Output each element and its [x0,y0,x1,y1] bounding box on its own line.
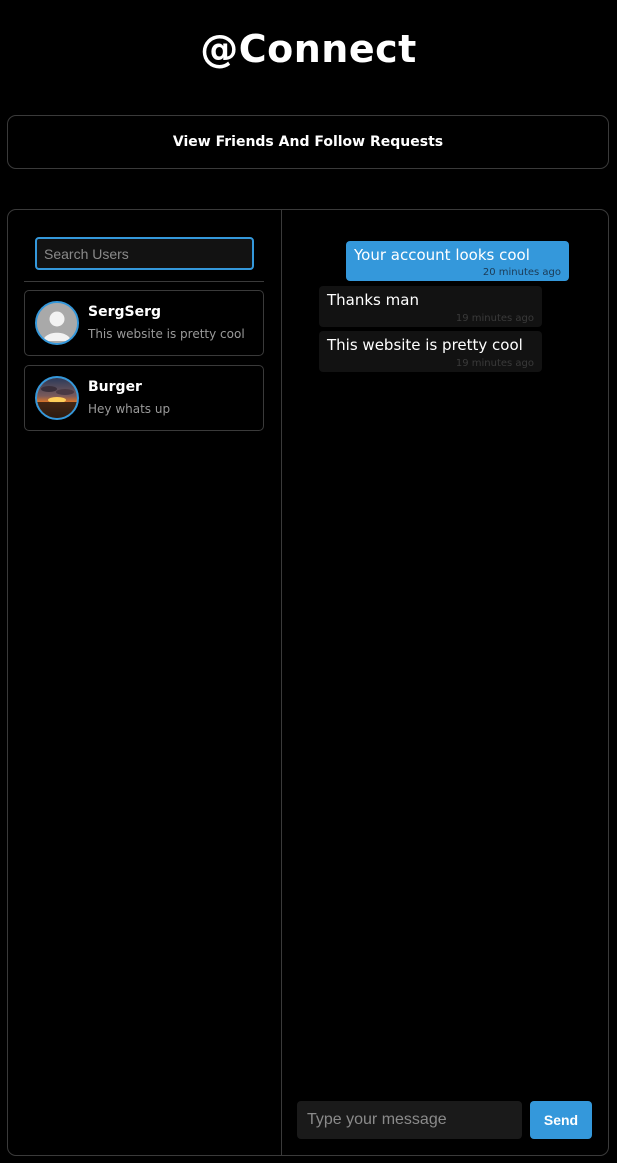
user-last-message: Hey whats up [88,402,171,416]
user-last-message: This website is pretty cool [88,327,245,341]
message-text: This website is pretty cool [327,336,523,354]
user-name: Burger [88,379,142,395]
view-friends-button[interactable]: View Friends And Follow Requests [7,115,609,169]
message-text: Thanks man [327,291,419,309]
user-card-sergserg[interactable]: SergSerg This website is pretty cool [24,290,264,356]
default-avatar-icon [35,301,79,345]
app-title: @Connect [200,27,417,71]
search-divider [24,281,264,282]
message-bubble-received: Thanks man 19 minutes ago [319,286,542,327]
panel-divider [281,210,282,1155]
message-text: Your account looks cool [354,246,530,264]
message-timestamp: 20 minutes ago [482,267,561,278]
send-button[interactable]: Send [530,1101,592,1139]
message-timestamp: 19 minutes ago [455,313,534,324]
chat-panel: SergSerg This website is pretty cool [7,209,609,1156]
user-name: SergSerg [88,304,162,320]
message-timestamp: 19 minutes ago [455,358,534,369]
sunset-photo-avatar [35,376,79,420]
search-users-input[interactable] [35,237,254,270]
message-bubble-received: This website is pretty cool 19 minutes a… [319,331,542,372]
user-card-burger[interactable]: Burger Hey whats up [24,365,264,431]
message-input[interactable] [297,1101,522,1139]
message-bubble-sent: Your account looks cool 20 minutes ago [346,241,569,281]
